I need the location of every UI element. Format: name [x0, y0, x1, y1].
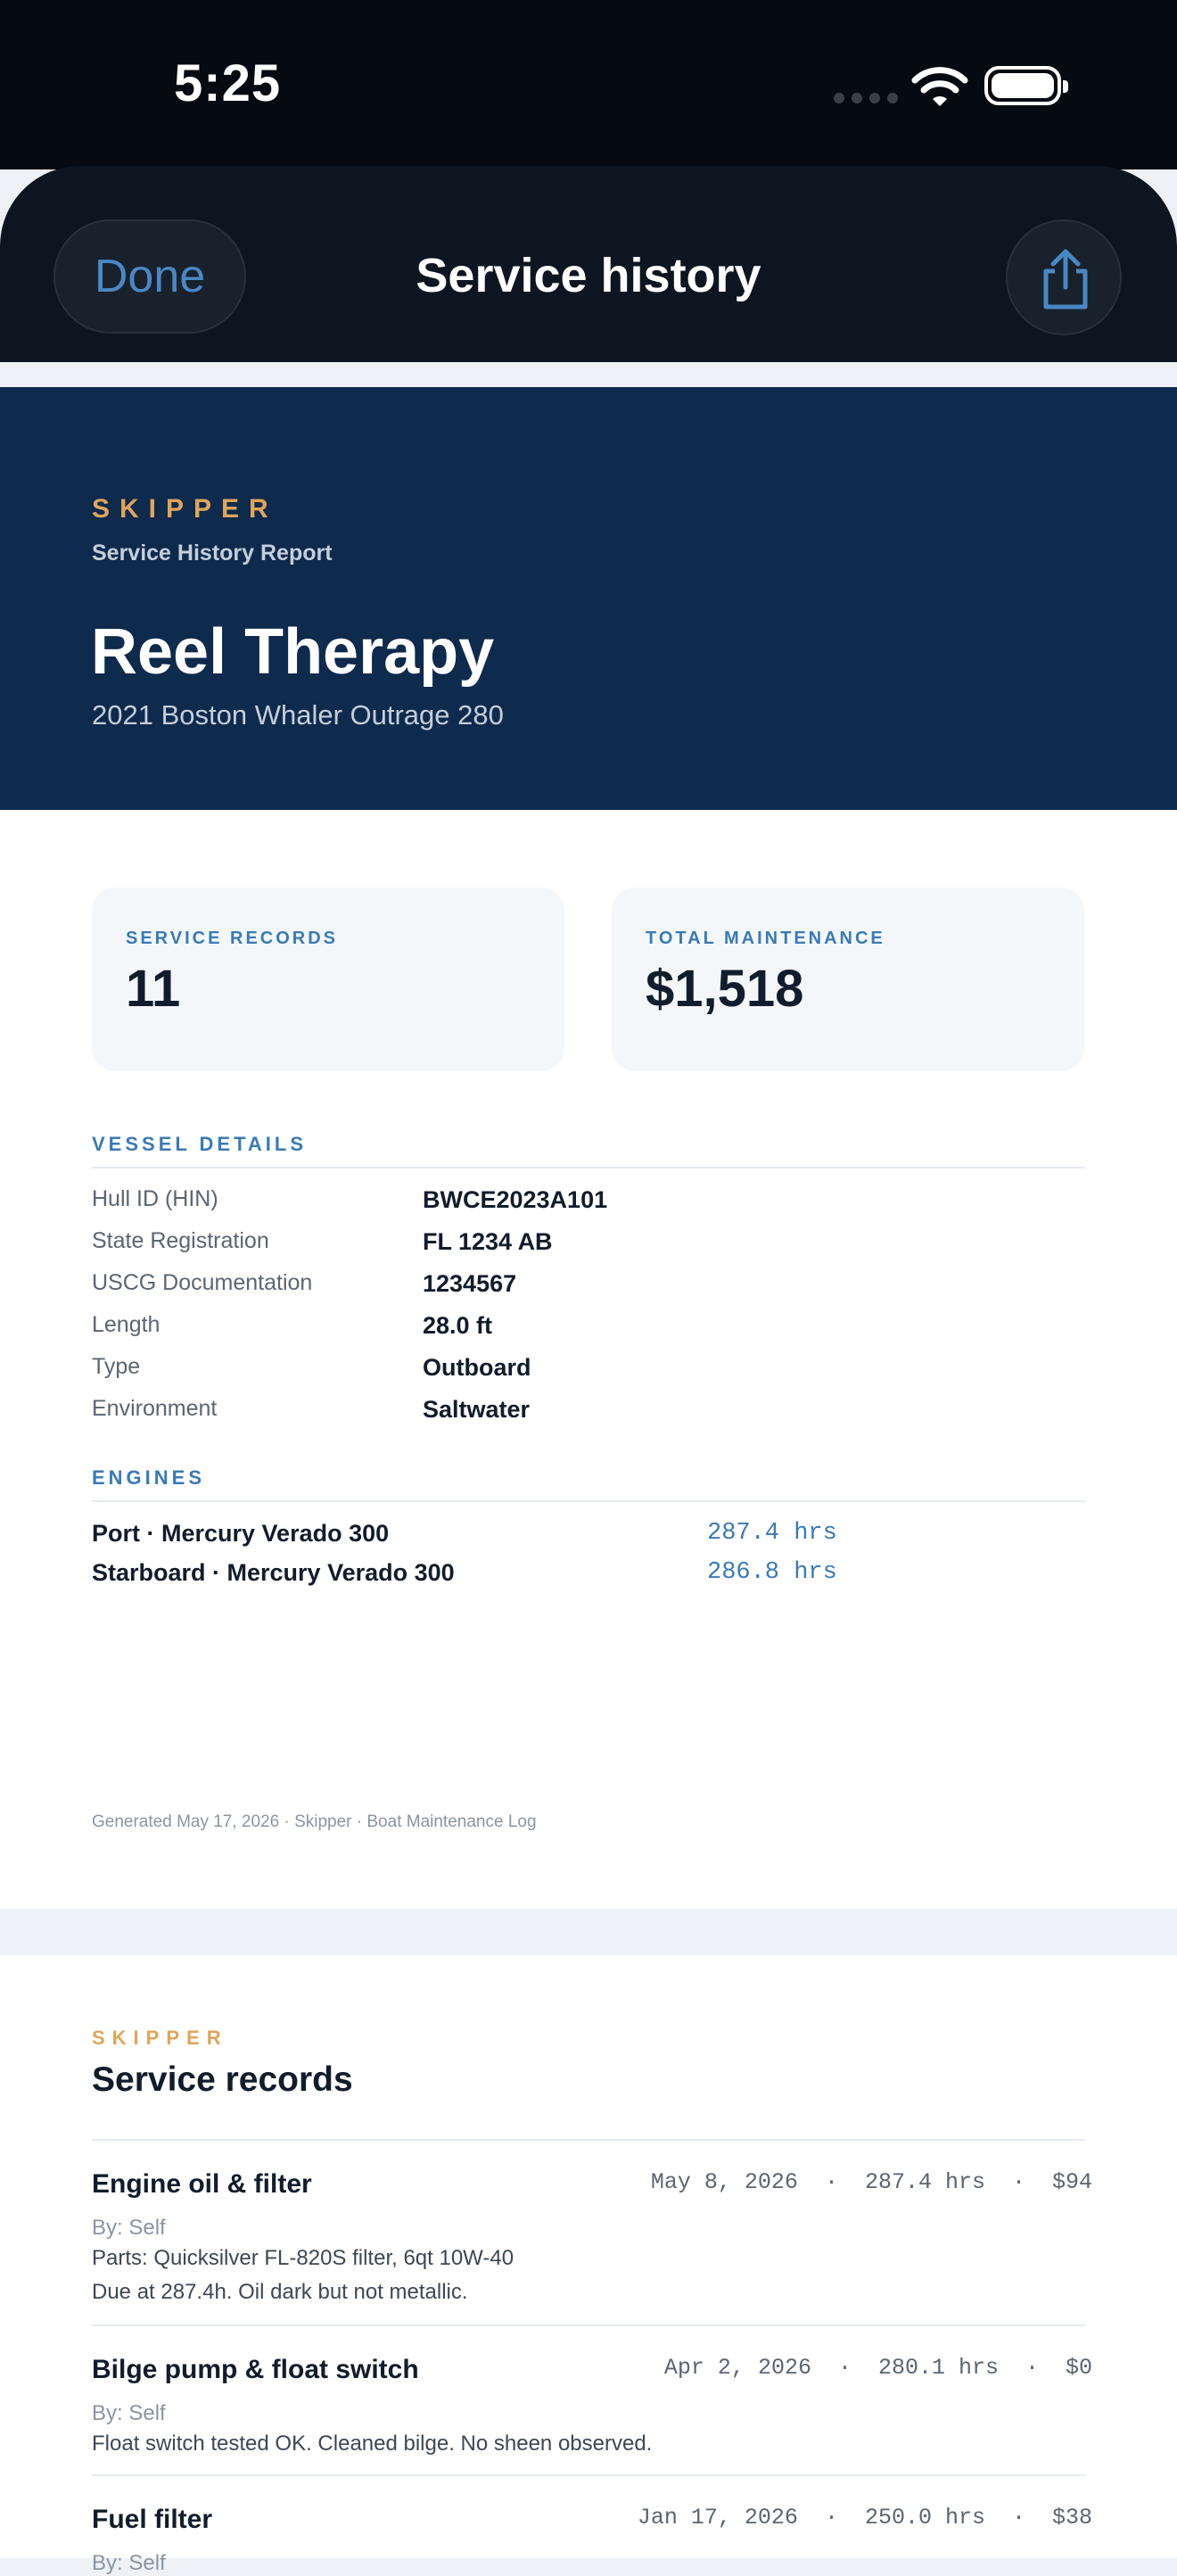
service-record: Engine oil & filter May 8, 2026 · 287.4 … [92, 2139, 1092, 2324]
engine-hours: 287.4 hrs [707, 1520, 837, 1547]
detail-row-type: Type Outboard [92, 1354, 1085, 1390]
record-notes: Due at 287.4h. Oil dark but not metallic… [92, 2280, 468, 2304]
report-footer: Generated May 17, 2026 · Skipper · Boat … [92, 1812, 537, 1831]
vessel-name: Reel Therapy [91, 616, 495, 688]
stat-label: TOTAL MAINTENANCE [646, 929, 885, 948]
status-bar: 5:25 [0, 0, 1177, 169]
detail-row-environment: Environment Saltwater [92, 1396, 1085, 1432]
report-label: Service History Report [92, 541, 333, 566]
record-by: By: Self [92, 2551, 166, 2575]
report-header: SKIPPER Service History Report Reel Ther… [0, 387, 1177, 810]
cellular-signal-icon [834, 93, 898, 103]
record-meta: May 8, 2026 · 287.4 hrs · $94 [650, 2169, 1092, 2195]
record-title: Fuel filter [92, 2505, 213, 2534]
detail-value: Saltwater [423, 1396, 531, 1423]
engine-name: Starboard · Mercury Verado 300 [92, 1559, 455, 1586]
detail-value: 1234567 [423, 1270, 517, 1297]
record-meta: Apr 2, 2026 · 280.1 hrs · $0 [663, 2355, 1092, 2381]
record-by: By: Self [92, 2216, 166, 2240]
wifi-icon [911, 67, 968, 106]
detail-value: BWCE2023A101 [423, 1186, 608, 1213]
record-parts: Parts: Quicksilver FL-820S filter, 6qt 1… [92, 2246, 514, 2270]
engines-heading: ENGINES [92, 1466, 1085, 1502]
vessel-model: 2021 Boston Whaler Outrage 280 [92, 699, 504, 731]
detail-label: Hull ID (HIN) [92, 1186, 218, 1211]
detail-value: Outboard [423, 1354, 531, 1381]
records-title: Service records [92, 2060, 353, 2099]
service-records-stat: SERVICE RECORDS 11 [92, 888, 564, 1071]
record-title: Engine oil & filter [92, 2169, 312, 2199]
detail-label: Length [92, 1312, 160, 1337]
detail-row-hin: Hull ID (HIN) BWCE2023A101 [92, 1186, 1085, 1222]
detail-label: Environment [92, 1396, 218, 1421]
engine-row-starboard: Starboard · Mercury Verado 300 286.8 hrs [92, 1559, 1085, 1597]
navigation-bar: Done Service history [0, 166, 1177, 362]
detail-label: Type [92, 1354, 141, 1379]
detail-row-registration: State Registration FL 1234 AB [92, 1228, 1085, 1264]
brand-name: SKIPPER [92, 494, 278, 524]
vessel-details-heading: VESSEL DETAILS [92, 1133, 1085, 1168]
record-by: By: Self [92, 2401, 166, 2425]
engine-name: Port · Mercury Verado 300 [92, 1520, 390, 1547]
detail-row-uscg: USCG Documentation 1234567 [92, 1270, 1085, 1306]
detail-label: State Registration [92, 1228, 269, 1253]
detail-row-length: Length 28.0 ft [92, 1312, 1085, 1348]
share-icon [1043, 249, 1088, 310]
engine-row-port: Port · Mercury Verado 300 287.4 hrs [92, 1520, 1085, 1557]
battery-icon [984, 66, 1068, 105]
detail-value: 28.0 ft [423, 1312, 493, 1339]
record-notes: Float switch tested OK. Cleaned bilge. N… [92, 2432, 653, 2456]
stat-label: SERVICE RECORDS [126, 929, 339, 948]
report-summary-page: SKIPPER Service History Report Reel Ther… [0, 387, 1177, 1909]
record-meta: Jan 17, 2026 · 250.0 hrs · $38 [637, 2505, 1092, 2531]
record-title: Bilge pump & float switch [92, 2355, 419, 2384]
service-records-page: SKIPPER Service records Engine oil & fil… [0, 1955, 1177, 2575]
brand-name: SKIPPER [92, 2027, 228, 2049]
detail-value: FL 1234 AB [423, 1228, 553, 1255]
service-record: Bilge pump & float switch Apr 2, 2026 · … [92, 2324, 1092, 2474]
share-button[interactable] [1006, 219, 1122, 335]
total-maintenance-stat: TOTAL MAINTENANCE $1,518 [612, 888, 1084, 1071]
engine-hours: 286.8 hrs [707, 1559, 837, 1586]
service-record: Fuel filter Jan 17, 2026 · 250.0 hrs · $… [92, 2474, 1092, 2575]
stat-value: 11 [126, 960, 181, 1018]
stat-value: $1,518 [646, 960, 804, 1018]
status-time: 5:25 [174, 54, 282, 112]
nav-title: Service history [416, 249, 761, 302]
detail-label: USCG Documentation [92, 1270, 313, 1295]
